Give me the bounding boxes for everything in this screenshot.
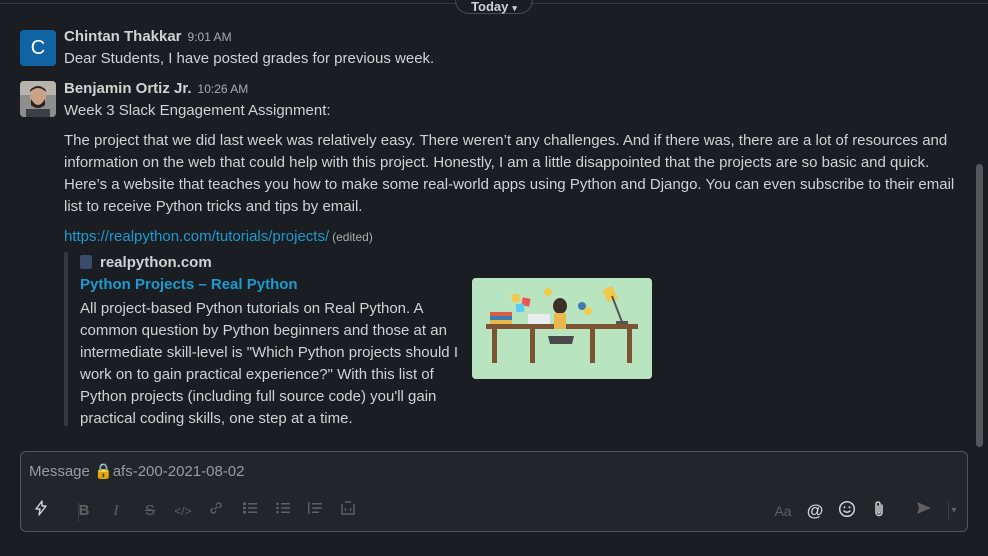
formatting-icon[interactable]: Aa — [772, 500, 794, 522]
bold-icon[interactable]: B — [73, 500, 95, 522]
mention-icon[interactable]: @ — [804, 500, 826, 522]
link-icon[interactable] — [205, 500, 227, 522]
unfurl-title[interactable]: Python Projects – Real Python — [80, 276, 298, 293]
shortcuts-icon[interactable] — [30, 500, 52, 522]
site-favicon-icon — [80, 255, 92, 269]
edited-label: (edited) — [332, 230, 373, 244]
unfurl-site-name: realpython.com — [100, 254, 212, 271]
scrollbar[interactable] — [976, 164, 983, 447]
unfurl-description: All project-based Python tutorials on Re… — [80, 300, 458, 427]
emoji-icon[interactable] — [836, 500, 858, 522]
link-unfurl: realpython.com Python Projects – Real Py… — [64, 252, 668, 427]
code-icon[interactable]: </> — [172, 500, 194, 522]
message-body: The project that we did last week was re… — [64, 132, 955, 215]
avatar-photo-icon — [20, 81, 56, 117]
message-subject: Week 3 Slack Engagement Assignment: — [64, 102, 331, 119]
send-options-icon[interactable]: ▾ — [943, 500, 965, 522]
python-projects-illustration — [472, 278, 652, 379]
timestamp[interactable]: 10:26 AM — [198, 82, 249, 96]
ordered-list-icon[interactable] — [239, 500, 261, 522]
timestamp[interactable]: 9:01 AM — [188, 30, 232, 44]
message-header: Benjamin Ortiz Jr. 10:26 AM — [64, 80, 248, 97]
bulleted-list-icon[interactable] — [272, 500, 294, 522]
avatar[interactable]: C — [20, 30, 56, 66]
unfurl-thumbnail[interactable] — [472, 278, 652, 379]
message-link[interactable]: https://realpython.com/tutorials/project… — [64, 228, 329, 245]
attach-icon[interactable] — [868, 500, 890, 522]
blockquote-icon[interactable] — [304, 500, 326, 522]
day-divider-label: Today — [471, 0, 509, 14]
message-text: Dear Students, I have posted grades for … — [64, 50, 435, 67]
italic-icon[interactable]: I — [105, 500, 127, 522]
strikethrough-icon[interactable]: S — [139, 500, 161, 522]
message-composer: B I S </> Aa @ ▾ — [20, 451, 968, 532]
sender-name[interactable]: Benjamin Ortiz Jr. — [64, 80, 192, 97]
message-header: Chintan Thakkar 9:01 AM — [64, 28, 232, 45]
sender-name[interactable]: Chintan Thakkar — [64, 28, 182, 45]
code-block-icon[interactable] — [337, 500, 359, 522]
message-input[interactable] — [29, 463, 629, 480]
chevron-down-icon: ▾ — [512, 3, 517, 13]
send-icon[interactable] — [913, 500, 935, 522]
avatar[interactable] — [20, 81, 56, 117]
unfurl-site: realpython.com — [80, 254, 212, 271]
day-divider-button[interactable]: Today ▾ — [455, 0, 533, 14]
link-line: https://realpython.com/tutorials/project… — [64, 228, 373, 245]
